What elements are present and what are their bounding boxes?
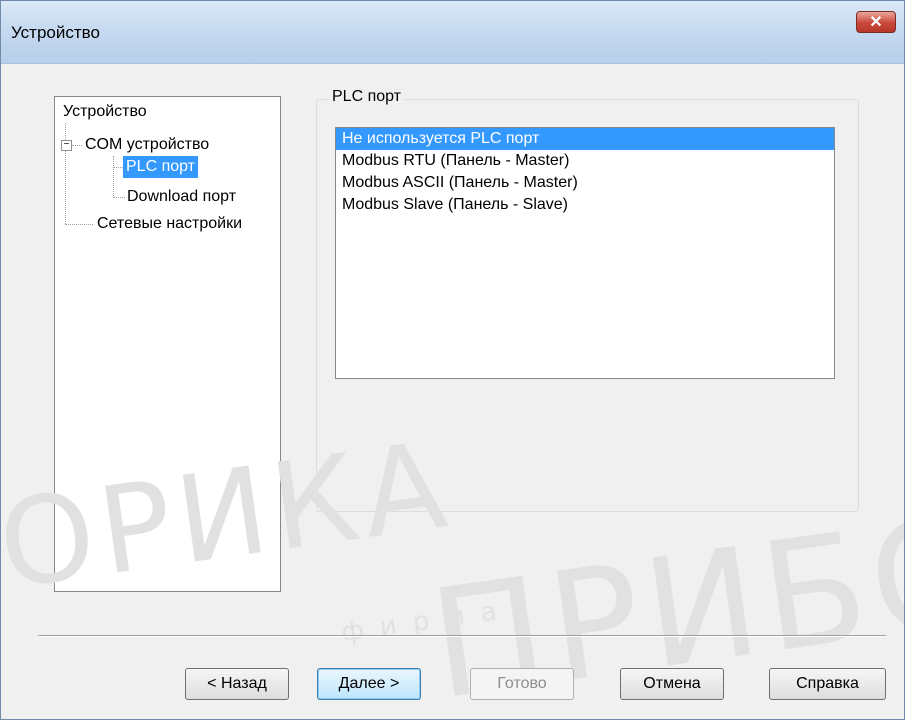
plc-port-listbox[interactable]: Не используется PLC порт Modbus RTU (Пане… [335, 127, 835, 379]
window-title: Устройство [11, 23, 100, 42]
next-button[interactable]: Далее > [317, 668, 421, 700]
tree-item-download-port[interactable]: Download порт [127, 186, 236, 208]
device-tree[interactable]: Устройство − COM устройство PLC порт Dow… [54, 96, 281, 592]
separator [38, 635, 886, 637]
tree-connector [113, 167, 123, 168]
tree-item-network-settings[interactable]: Сетевые настройки [97, 213, 242, 235]
list-item[interactable]: Modbus RTU (Панель - Master) [336, 150, 834, 172]
finish-button[interactable]: Готово [470, 668, 574, 700]
help-button[interactable]: Справка [769, 668, 886, 700]
dialog-window: Устройство ✕ Устройство − COM устройство… [0, 0, 905, 720]
close-icon: ✕ [869, 14, 883, 31]
tree-connector [65, 224, 93, 225]
list-item[interactable]: Не используется PLC порт [336, 128, 834, 150]
tree-item-plc-port[interactable]: PLC порт [123, 156, 199, 178]
collapse-icon[interactable]: − [61, 140, 72, 151]
tree-item-device[interactable]: Устройство [63, 101, 147, 123]
list-item[interactable]: Modbus Slave (Панель - Slave) [336, 194, 834, 216]
tree-item-com-device[interactable]: COM устройство [85, 134, 209, 156]
close-button[interactable]: ✕ [856, 11, 896, 33]
list-item[interactable]: Modbus ASCII (Панель - Master) [336, 172, 834, 194]
watermark-small-text: ф и р м а [339, 595, 503, 649]
title-bar[interactable]: Устройство ✕ [1, 1, 904, 64]
tree-connector [72, 145, 82, 146]
back-button[interactable]: < Назад [185, 668, 289, 700]
group-title: PLC порт [329, 88, 405, 106]
cancel-button[interactable]: Отмена [620, 668, 724, 700]
tree-connector [113, 156, 114, 198]
tree-connector [113, 197, 125, 198]
